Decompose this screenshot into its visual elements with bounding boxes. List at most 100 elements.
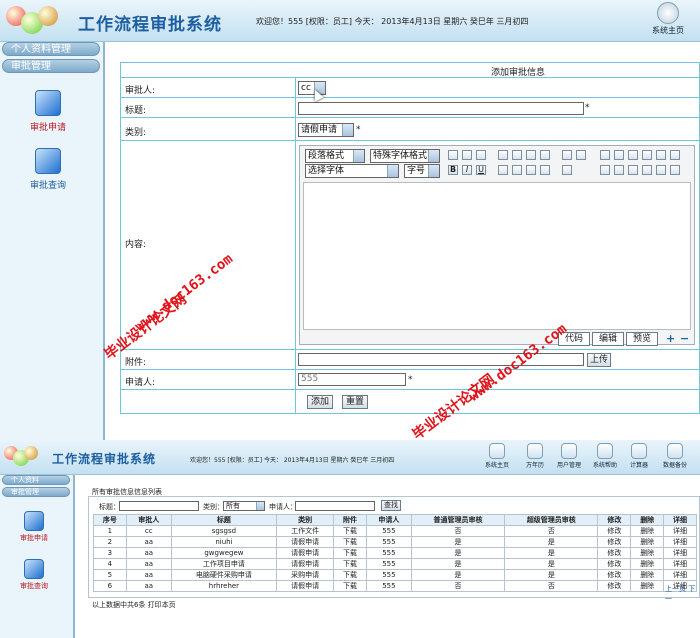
redo-icon[interactable] [576,150,586,160]
table-cell[interactable]: 修改 [597,558,632,570]
font-family-select[interactable]: 选择字体 [305,164,399,178]
home-button[interactable]: 系统主页 [648,2,688,36]
table-cell: hrhreher [170,580,278,592]
table-cell[interactable]: 删除 [630,569,665,581]
rich-text-editor[interactable]: 段落格式 特殊字体格式 选择字体 字号 B I U 代码 编辑 预览 + − [299,145,695,346]
paste-icon[interactable] [656,150,666,160]
table-cell[interactable]: 详细 [663,569,697,581]
table-cell[interactable]: 修改 [597,536,632,548]
editor-tab-edit[interactable]: 编辑 [592,332,624,346]
table-cell: 请假申请 [276,580,335,592]
upload-button[interactable]: 上传 [587,353,611,367]
align-left-icon[interactable] [448,150,458,160]
toolbar-backup[interactable]: 数据备份 [658,443,692,469]
table-cell[interactable]: 删除 [630,536,665,548]
table-cell[interactable]: 详细 [663,558,697,570]
align-right-icon[interactable] [476,150,486,160]
add-button[interactable]: 添加 [307,395,333,409]
cut-icon[interactable] [628,150,638,160]
font-size-select[interactable]: 字号 [404,164,440,178]
toolbar-calendar[interactable]: 万年历 [518,443,552,469]
table-cell[interactable]: 详细 [663,525,697,537]
col-type: 类别 [276,514,335,526]
table-cell[interactable]: 修改 [597,547,632,559]
title-input[interactable] [298,102,584,115]
ordered-list-icon[interactable] [498,150,508,160]
filter-applicant-input[interactable] [295,501,375,511]
top-sidebar: 个人资料管理 审批管理 审批申请 审批查询 [0,42,105,440]
table-cell[interactable]: 删除 [630,580,665,592]
table-cell: 否 [410,580,506,592]
align-center-icon[interactable] [462,150,472,160]
table-cell[interactable]: 下载 [333,558,367,570]
find-icon[interactable] [614,150,624,160]
calendar-icon [527,443,543,459]
delete-icon[interactable] [600,150,610,160]
filter-type-select[interactable]: 所有 [223,501,265,511]
print-icon[interactable] [670,150,680,160]
toolbar-users[interactable]: 用户管理 [552,443,586,469]
anchor-icon[interactable] [628,165,638,175]
toolbar-home[interactable]: 系统主页 [480,443,514,469]
editor-text-area[interactable] [303,182,691,330]
table-cell: 555 [365,547,412,559]
filter-title-input[interactable] [119,501,199,511]
table-cell[interactable]: 删除 [630,558,665,570]
toolbar-calculator[interactable]: 计算器 [624,443,654,469]
table-cell: 请假申请 [276,536,335,548]
table-cell[interactable]: 下载 [333,569,367,581]
unordered-list-icon[interactable] [512,150,522,160]
table-cell[interactable]: 修改 [597,580,632,592]
table-cell[interactable]: 下载 [333,580,367,592]
table-cell[interactable]: 下载 [333,536,367,548]
image-icon[interactable] [526,165,536,175]
smiley-icon[interactable] [562,165,572,175]
apply-icon [35,90,61,116]
link-icon[interactable] [600,165,610,175]
font-format-select[interactable]: 特殊字体格式 [370,149,440,163]
toolbar-help[interactable]: 系统帮助 [588,443,622,469]
side-link-apply[interactable]: 审批申请 [12,511,56,543]
filter-applicant-label: 申请人： [269,503,297,511]
table-cell[interactable]: 修改 [597,525,632,537]
table-cell[interactable]: 下载 [333,547,367,559]
sidebar-item-approval[interactable]: 审批管理 [2,59,100,73]
table-cell[interactable]: 删除 [630,525,665,537]
bold-icon[interactable]: B [448,165,458,175]
reset-button[interactable]: 重置 [342,395,368,409]
shrink-icon[interactable]: − [680,332,689,345]
editor-tab-preview[interactable]: 预览 [626,332,658,346]
expand-icon[interactable]: + [666,332,675,345]
undo-icon[interactable] [562,150,572,160]
sidebar-item-profile[interactable]: 个人资料 [2,475,70,485]
side-link-apply[interactable]: 审批申请 [20,90,76,133]
hr-icon[interactable] [498,165,508,175]
help-icon[interactable] [670,165,680,175]
sidebar-item-profile[interactable]: 个人资料管理 [2,42,100,56]
underline-icon[interactable]: U [476,165,486,175]
applicant-input[interactable]: 555 [298,373,406,386]
media-icon[interactable] [540,165,550,175]
italic-icon[interactable]: I [462,165,472,175]
outdent-icon[interactable] [526,150,536,160]
pager[interactable]: 上一页 下一 [665,584,699,604]
table-icon[interactable] [512,165,522,175]
table-cell[interactable]: 删除 [630,547,665,559]
table-cell[interactable]: 详细 [663,536,697,548]
side-link-query[interactable]: 审批查询 [20,148,76,191]
type-select[interactable]: 请假申请 [298,123,354,137]
search-button[interactable]: 查找 [381,500,401,511]
table-cell[interactable]: 详细 [663,547,697,559]
paragraph-format-select[interactable]: 段落格式 [305,149,365,163]
side-link-query[interactable]: 审批查询 [12,559,56,591]
fullscreen-icon[interactable] [656,165,666,175]
table-cell: gwgwegew [170,547,278,559]
indent-icon[interactable] [540,150,550,160]
copy-icon[interactable] [642,150,652,160]
preview-icon[interactable] [642,165,652,175]
unlink-icon[interactable] [614,165,624,175]
sidebar-item-approval[interactable]: 审批管理 [2,487,70,497]
table-cell[interactable]: 下载 [333,525,367,537]
table-cell: 2 [93,536,127,548]
table-cell[interactable]: 修改 [597,569,632,581]
